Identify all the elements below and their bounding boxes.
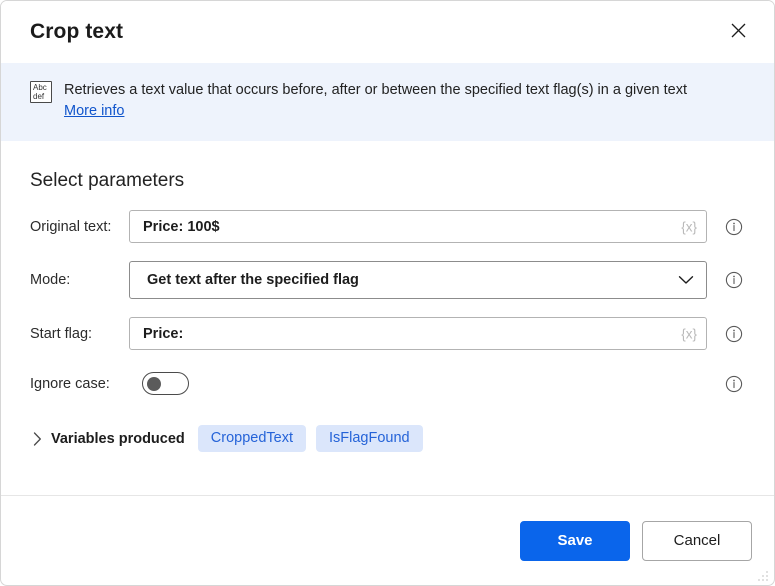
label-mode: Mode: [30, 272, 71, 288]
toggle-knob [147, 376, 161, 391]
banner-description: Retrieves a text value that occurs befor… [64, 82, 688, 98]
chevron-down-icon [678, 275, 694, 285]
dialog-titlebar: Crop text [1, 1, 774, 63]
variable-glyph-icon[interactable]: {x} [681, 326, 697, 341]
ignore-case-toggle-cell [129, 372, 707, 395]
page-title: Crop text [30, 20, 124, 43]
abc-def-icon-line2: def [33, 92, 45, 101]
variable-glyph-icon[interactable]: {x} [681, 219, 697, 234]
save-button[interactable]: Save [520, 520, 630, 561]
chevron-right-icon[interactable] [30, 431, 45, 446]
start-flag-value: Price: [143, 325, 184, 342]
more-info-link[interactable]: More info [64, 103, 124, 119]
mode-dropdown[interactable]: Get text after the specified flag [129, 261, 707, 299]
label-start-flag: Start flag: [30, 325, 93, 342]
start-flag-input[interactable]: Price: {x} [129, 317, 707, 350]
cancel-button[interactable]: Cancel [642, 520, 752, 561]
field-row-ignore-case: Ignore case: [30, 372, 754, 395]
dialog-body: Select parameters Original text: Price: … [1, 141, 774, 495]
info-icon-mode[interactable] [725, 271, 743, 289]
mode-selected-value: Get text after the specified flag [147, 272, 359, 288]
close-icon [730, 22, 747, 42]
info-icon-start-flag[interactable] [725, 325, 743, 343]
dialog-footer: Save Cancel [1, 495, 774, 585]
field-row-mode: Mode: Get text after the specified flag [30, 261, 754, 299]
original-text-value: Price: 100$ [143, 218, 220, 235]
original-text-input[interactable]: Price: 100$ {x} [129, 210, 707, 243]
banner-text-wrap: Retrieves a text value that occurs befor… [64, 80, 687, 120]
abc-def-icon-line1: Abc [33, 83, 47, 92]
info-banner: Abc def Retrieves a text value that occu… [1, 63, 774, 141]
label-ignore-case: Ignore case: [30, 375, 110, 392]
variable-pill-cropped-text[interactable]: CroppedText [197, 425, 306, 452]
crop-text-dialog: Crop text Abc def Retrieves a text value… [0, 0, 775, 586]
abc-def-text-icon: Abc def [30, 81, 52, 103]
info-icon-original-text[interactable] [725, 218, 743, 236]
close-button[interactable] [716, 13, 760, 51]
field-row-start-flag: Start flag: Price: {x} [30, 317, 754, 350]
field-row-original-text: Original text: Price: 100$ {x} [30, 210, 754, 243]
resize-grip-icon[interactable] [757, 569, 769, 581]
info-icon-ignore-case[interactable] [725, 375, 743, 393]
variables-produced-row[interactable]: Variables produced CroppedText IsFlagFou… [30, 425, 754, 452]
section-title: Select parameters [30, 170, 185, 191]
variable-pill-is-flag-found[interactable]: IsFlagFound [316, 425, 423, 452]
variables-produced-label: Variables produced [51, 430, 185, 447]
label-original-text: Original text: [30, 218, 112, 235]
ignore-case-toggle[interactable] [142, 372, 189, 395]
